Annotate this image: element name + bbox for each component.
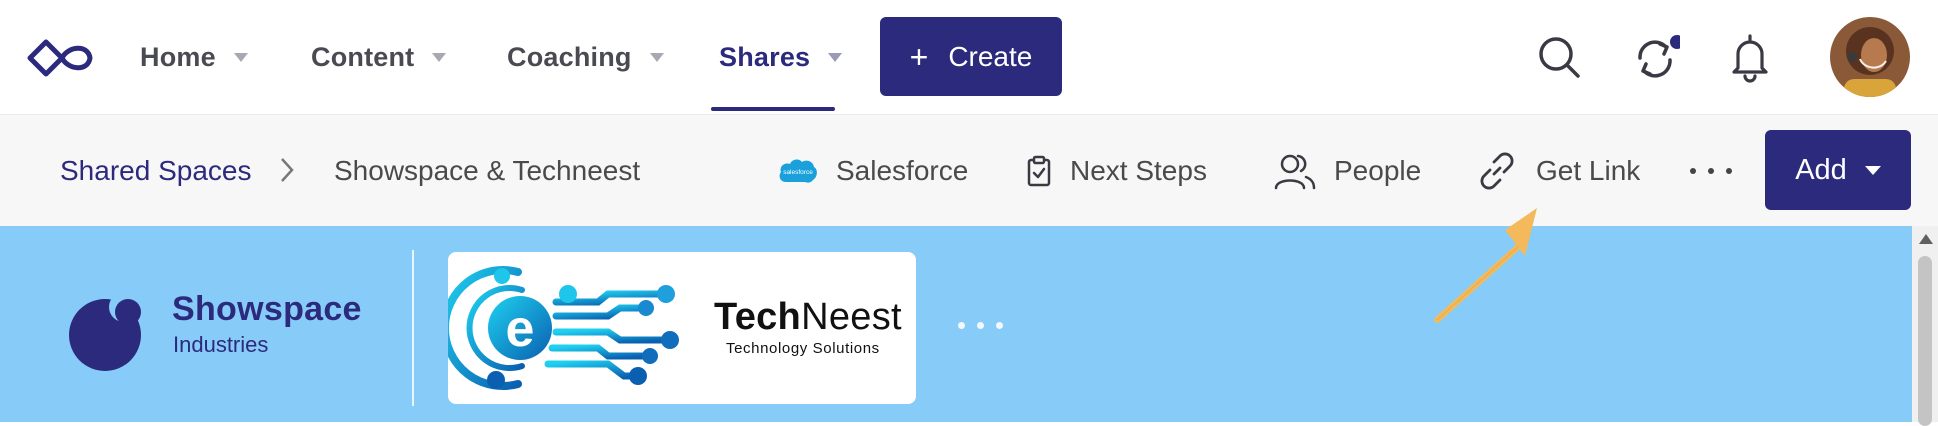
partner-name-bold: Tech: [714, 296, 802, 338]
sync-icon[interactable]: [1630, 30, 1680, 84]
banner-more-icon[interactable]: [952, 322, 1009, 329]
link-icon: [1476, 150, 1518, 192]
nav-content-label: Content: [311, 41, 415, 72]
salesforce-button[interactable]: salesforce Salesforce: [778, 115, 968, 227]
svg-text:salesforce: salesforce: [783, 169, 813, 176]
create-button-label: Create: [948, 40, 1033, 72]
clipboard-check-icon: [1026, 155, 1052, 187]
breadcrumb-current-label: Showspace & Techneest: [334, 155, 641, 186]
nav-coaching-label: Coaching: [507, 41, 632, 72]
bell-icon[interactable]: [1725, 30, 1775, 84]
partner-subtitle: Technology Solutions: [726, 340, 880, 357]
notification-dot: [1670, 35, 1680, 49]
people-button[interactable]: People: [1274, 115, 1421, 227]
partner-name-rest: Neest: [801, 296, 902, 338]
create-button[interactable]: + Create: [880, 17, 1062, 96]
avatar-photo: [1830, 17, 1910, 97]
nav-coaching[interactable]: Coaching: [507, 0, 664, 114]
plus-icon: +: [909, 38, 929, 75]
techneest-logo-icon: e: [448, 266, 679, 390]
active-tab-indicator: [711, 107, 835, 111]
vertical-scrollbar[interactable]: [1912, 226, 1938, 426]
breadcrumb: Shared Spaces: [60, 115, 251, 227]
banner-divider: [412, 250, 414, 406]
nav-shares-label: Shares: [719, 41, 811, 72]
add-button[interactable]: Add: [1765, 130, 1911, 210]
scroll-up-arrow-icon[interactable]: [1919, 234, 1933, 244]
chevron-down-icon: [233, 52, 248, 62]
people-icon: [1274, 152, 1316, 190]
partner-logo-card: e TechNeest Technology Solutions: [448, 252, 916, 404]
chevron-down-icon: [1864, 165, 1881, 175]
people-label: People: [1334, 155, 1422, 186]
more-options-icon[interactable]: [1684, 115, 1738, 227]
breadcrumb-shared-spaces[interactable]: Shared Spaces: [60, 155, 251, 187]
app-logo-icon[interactable]: [26, 36, 96, 80]
chevron-down-icon: [649, 52, 664, 62]
company-name: Showspace: [172, 290, 362, 328]
salesforce-icon: salesforce: [778, 156, 818, 186]
breadcrumb-current: Showspace & Techneest: [334, 115, 640, 227]
annotation-arrow-icon: [1434, 208, 1537, 323]
next-steps-button[interactable]: Next Steps: [1026, 115, 1207, 227]
next-steps-label: Next Steps: [1070, 155, 1207, 186]
search-icon[interactable]: [1534, 30, 1584, 84]
add-button-label: Add: [1795, 153, 1847, 186]
salesforce-label: Salesforce: [836, 155, 969, 186]
company-subtitle: Industries: [173, 332, 269, 357]
nav-shares[interactable]: Shares: [719, 0, 843, 114]
space-toolbar: Shared Spaces Showspace & Techneest sale…: [0, 114, 1938, 227]
get-link-label: Get Link: [1536, 155, 1641, 186]
nav-home-label: Home: [140, 41, 216, 72]
nav-home[interactable]: Home: [140, 0, 248, 114]
chevron-down-icon: [432, 52, 447, 62]
svg-text:e: e: [506, 300, 535, 358]
partner-name: TechNeest: [714, 296, 902, 339]
chevron-down-icon: [828, 52, 843, 62]
nav-content[interactable]: Content: [311, 0, 447, 114]
showspace-logo-icon: [69, 292, 141, 371]
chevron-right-icon: [281, 158, 294, 182]
scrollbar-thumb[interactable]: [1918, 256, 1932, 426]
top-navigation-bar: Home Content Coaching Shares + Create: [0, 0, 1938, 114]
user-avatar[interactable]: [1830, 17, 1910, 97]
